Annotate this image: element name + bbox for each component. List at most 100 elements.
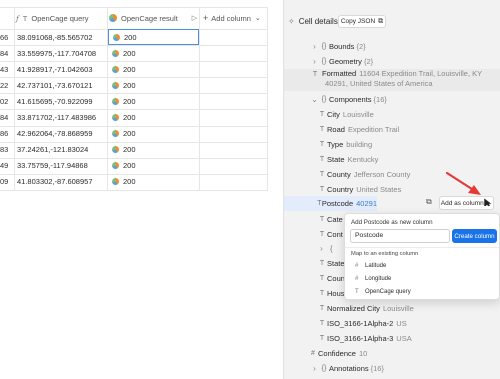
opencage-icon [112, 81, 119, 89]
result-cell[interactable]: 200 [108, 61, 199, 77]
result-value: 200 [123, 161, 136, 171]
result-cell[interactable]: 200 [108, 93, 199, 109]
add-column-button[interactable]: + Add column ⌄ [203, 7, 267, 29]
object-icon: {} [321, 96, 327, 103]
table-row: 84 33.559975,-117.704708 200 [0, 45, 268, 63]
map-option-latitude[interactable]: # Latitude [355, 263, 386, 269]
tree-node-iso-alpha2[interactable]: T ISO_3166-1Alpha-2 US [284, 316, 500, 331]
row-id-cell[interactable]: 49 [0, 158, 14, 174]
text-type-icon: T [319, 335, 325, 342]
create-column-button[interactable]: Create column [452, 229, 497, 243]
table-row: 86 42.962064,-78.868959 200 [0, 126, 268, 143]
header-cell-partial[interactable] [0, 7, 14, 29]
result-cell[interactable]: 200 [108, 158, 199, 174]
text-type-icon: T [319, 231, 325, 238]
tree-node-state[interactable]: T State Kentucky [284, 152, 500, 167]
text-type-icon: T [22, 13, 28, 23]
query-cell[interactable]: 42.737101,-73.670121 [17, 77, 106, 93]
map-option-longitude[interactable]: # Longitude [355, 276, 391, 282]
header-label: OpenCage query [31, 13, 89, 23]
divider [345, 247, 499, 248]
object-icon: {} [321, 365, 327, 372]
tree-node-geometry[interactable]: › {} Geometry {2} [284, 54, 500, 69]
copy-json-button[interactable]: Copy JSON ⧉ [338, 15, 386, 28]
result-cell[interactable]: 200 [108, 126, 199, 142]
row-id-cell[interactable]: 83 [0, 142, 14, 158]
data-table: ƒ T OpenCage query OpenCage result ▷ + A… [0, 0, 268, 379]
run-icon[interactable]: ▷ [192, 14, 197, 22]
function-icon: ƒ [16, 13, 19, 23]
query-cell[interactable]: 42.962064,-78.868959 [17, 126, 106, 142]
tree-node-city[interactable]: T City Louisville [284, 107, 500, 122]
result-cell[interactable]: 200 [108, 142, 199, 158]
table-row: 84 33.871702,-117.483986 200 [0, 110, 268, 127]
query-cell[interactable]: 33.559975,-117.704708 [17, 45, 106, 61]
result-value: 200 [123, 129, 136, 139]
tree-node-type[interactable]: T Type building [284, 137, 500, 152]
result-cell[interactable]: 200 [108, 77, 199, 93]
opencage-icon [112, 178, 119, 186]
number-type-icon: # [355, 276, 359, 282]
row-id-cell[interactable]: 22 [0, 77, 14, 93]
copy-json-label: Copy JSON [340, 18, 376, 25]
text-type-icon: T [319, 141, 325, 148]
result-value: 200 [123, 177, 136, 187]
opencage-icon [112, 49, 119, 57]
row-id-cell[interactable]: 43 [0, 61, 14, 77]
text-type-icon: T [319, 111, 325, 118]
row-id-cell[interactable]: 66 [0, 29, 14, 45]
tree-node-formatted[interactable]: T Formatted 11604 Expedition Trail, Loui… [284, 69, 500, 91]
object-icon: {} [321, 58, 327, 65]
map-option-opencage-query[interactable]: T OpenCage query [355, 289, 411, 295]
result-cell[interactable]: 200 [108, 29, 199, 46]
query-cell[interactable]: 38.091068,-85.565702 [17, 29, 106, 45]
query-cell[interactable]: 41.615695,-70.922099 [17, 93, 106, 109]
tree-node-components[interactable]: ⌄ {} Components {16} [284, 92, 500, 107]
copy-icon[interactable]: ⧉ [426, 197, 436, 208]
opencage-icon [112, 162, 119, 170]
table-row: 83 37.24261,-121.83024 200 [0, 142, 268, 159]
tree-node-road[interactable]: T Road Expedition Trail [284, 122, 500, 137]
result-cell[interactable]: 200 [108, 110, 199, 126]
plus-icon: + [203, 13, 209, 23]
tree-node-iso-alpha3[interactable]: T ISO_3166-1Alpha-3 USA [284, 331, 500, 346]
row-id-cell[interactable]: 86 [0, 126, 14, 142]
tree-node-postcode[interactable]: T Postcode 40291 [284, 196, 377, 211]
row-id-cell[interactable]: 84 [0, 110, 14, 126]
popup-title: Add Postcode as new column [351, 219, 433, 226]
tree-node-confidence[interactable]: # Confidence 10 [284, 346, 500, 361]
result-cell[interactable]: 200 [108, 174, 199, 190]
header-opencage-query[interactable]: ƒ T OpenCage query [16, 7, 106, 29]
chevron-right-icon: › [320, 244, 323, 253]
chevron-right-icon: › [313, 42, 316, 51]
result-cell[interactable]: 200 [108, 45, 199, 61]
row-id-cell[interactable]: 09 [0, 174, 14, 190]
text-type-icon: T [319, 305, 325, 312]
table-row: 66 38.091068,-85.565702 200 [0, 29, 268, 47]
header-opencage-result[interactable]: OpenCage result ▷ [109, 7, 199, 29]
column-name-input[interactable]: Postcode [350, 229, 450, 243]
chevron-right-icon: › [313, 57, 316, 66]
object-icon: {} [321, 43, 327, 50]
text-type-icon: T [319, 320, 325, 327]
map-existing-label: Map to an existing column [351, 251, 419, 257]
result-value: 200 [123, 96, 136, 106]
query-cell[interactable]: 33.75759,-117.94868 [17, 158, 106, 174]
chevron-down-icon: ⌄ [254, 15, 261, 22]
table-row: 22 42.737101,-73.670121 200 [0, 77, 268, 95]
tree-node-bounds[interactable]: › {} Bounds {2} [284, 39, 500, 54]
panel-header: ✧ Cell details [288, 17, 338, 26]
tree-node-normalized-city[interactable]: T Normalized City Louisville [284, 301, 500, 316]
row-id-cell[interactable]: 02 [0, 93, 14, 109]
query-cell[interactable]: 41.928917,-71.042603 [17, 61, 106, 77]
query-cell[interactable]: 37.24261,-121.83024 [17, 142, 106, 158]
table-row: 43 41.928917,-71.042603 200 [0, 61, 268, 79]
option-label: Latitude [365, 263, 387, 269]
chevron-right-icon: › [313, 364, 316, 373]
opencage-icon [112, 130, 119, 138]
query-cell[interactable]: 33.871702,-117.483986 [17, 110, 106, 126]
query-cell[interactable]: 41.803302,-87.608957 [17, 174, 106, 190]
opencage-icon [113, 33, 120, 41]
row-id-cell[interactable]: 84 [0, 45, 14, 61]
tree-node-annotations[interactable]: › {} Annotations {16} [284, 361, 500, 376]
